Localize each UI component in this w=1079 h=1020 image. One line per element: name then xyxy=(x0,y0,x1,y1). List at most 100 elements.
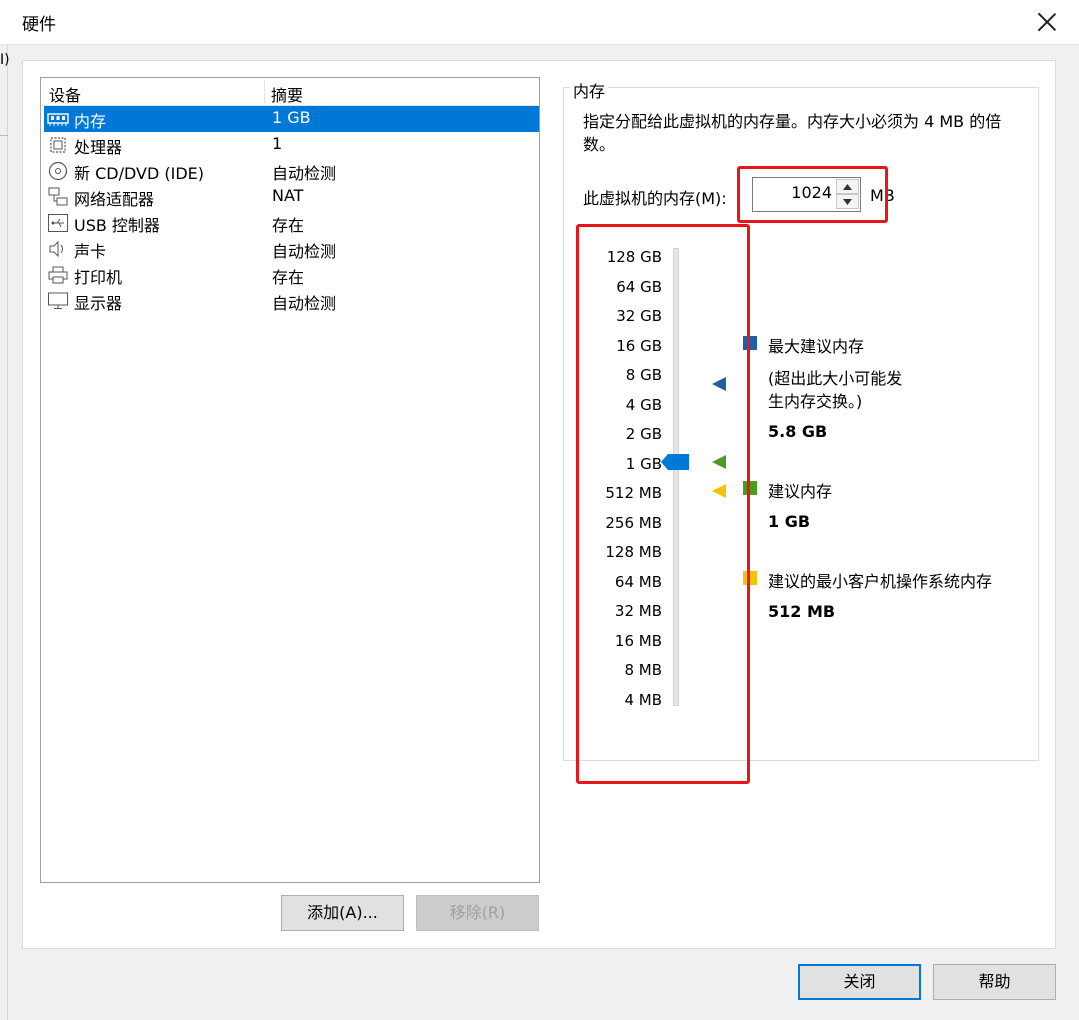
window-title: 硬件 xyxy=(22,15,56,35)
recommended-marker-icon xyxy=(712,455,726,469)
device-row-processor[interactable]: 处理器 1 xyxy=(44,132,539,158)
memory-scale: 128 GB 64 GB 32 GB 16 GB 8 GB 4 GB 2 GB 1 GB 512… xyxy=(580,0,662,1020)
scale-tick-label: 32 GB xyxy=(616,307,662,325)
device-summary: 自动检测 xyxy=(272,294,337,313)
help-button[interactable]: 帮助 xyxy=(933,964,1056,1000)
scale-tick-mark xyxy=(657,435,659,436)
device-summary: 存在 xyxy=(272,268,305,287)
device-row-cd-dvd[interactable]: 新 CD/DVD (IDE) 自动检测 xyxy=(44,158,539,184)
title-bar: 硬件 xyxy=(0,0,1079,45)
device-summary: 1 xyxy=(272,134,283,153)
display-icon xyxy=(47,291,69,311)
device-summary: 自动检测 xyxy=(272,242,337,261)
memory-unit: MB xyxy=(870,186,895,205)
device-name: 显示器 xyxy=(74,294,123,313)
scale-tick-mark xyxy=(657,464,659,466)
device-name: USB 控制器 xyxy=(74,216,160,235)
device-summary: 1 GB xyxy=(272,108,311,127)
scale-tick-label: 4 MB xyxy=(624,690,662,709)
max-recommended-color-icon xyxy=(743,336,757,350)
printer-icon xyxy=(47,265,69,285)
device-list[interactable]: 设备 摘要 内存 1 GB 处理器 1 新 CD/DVD (IDE) 自动检测 … xyxy=(40,77,540,883)
device-row-memory[interactable]: 内存 1 GB xyxy=(44,106,539,132)
cd-dvd-icon xyxy=(47,161,69,181)
usb-icon xyxy=(47,213,69,233)
device-row-printer[interactable]: 打印机 存在 xyxy=(44,262,539,288)
scale-tick-label: 64 GB xyxy=(616,277,662,296)
scale-tick-label: 32 MB xyxy=(614,602,662,620)
recommended-color-icon xyxy=(743,481,757,495)
scale-tick-label: 1 GB xyxy=(625,454,662,473)
max-recommended-marker-icon xyxy=(712,377,726,391)
device-row-sound[interactable]: 声卡 自动检测 xyxy=(44,236,539,262)
sound-icon xyxy=(47,239,69,259)
device-summary: 自动检测 xyxy=(272,164,337,183)
recommended-value: 1 GB xyxy=(768,512,811,531)
arrow-up-icon xyxy=(843,184,852,190)
device-list-header: 设备 摘要 xyxy=(41,78,539,106)
device-summary: NAT xyxy=(272,186,304,205)
memory-spinbox[interactable]: 1024 xyxy=(752,177,861,212)
device-name: 处理器 xyxy=(74,138,123,157)
scale-tick-label: 128 GB xyxy=(606,248,662,266)
device-row-network[interactable]: 网络适配器 NAT xyxy=(44,184,539,210)
min-recommended-value: 512 MB xyxy=(768,602,836,621)
scale-tick-mark xyxy=(657,376,659,377)
remove-button[interactable]: 移除(R) xyxy=(416,895,539,931)
scale-tick-label: 4 GB xyxy=(625,395,662,414)
scale-tick-label: 16 MB xyxy=(614,631,662,650)
device-name: 打印机 xyxy=(74,268,123,287)
min-recommended-color-icon xyxy=(743,571,757,585)
scale-tick-mark xyxy=(657,405,659,407)
scale-tick-label: 512 MB xyxy=(605,484,662,502)
scale-tick-mark xyxy=(657,700,659,702)
device-summary: 存在 xyxy=(272,216,305,235)
scale-tick-label: 16 GB xyxy=(616,336,662,355)
scale-tick-mark xyxy=(657,287,659,289)
scale-tick-mark xyxy=(657,582,659,584)
scale-tick-mark xyxy=(657,494,659,495)
close-button[interactable]: 关闭 xyxy=(798,964,921,1000)
scale-tick-mark xyxy=(657,671,659,672)
arrow-down-icon xyxy=(843,199,852,205)
memory-slider-track[interactable] xyxy=(673,248,679,706)
min-recommended-label: 建议的最小客户机操作系统内存 xyxy=(768,572,993,591)
spin-down-button[interactable] xyxy=(836,194,859,209)
device-name: 内存 xyxy=(74,112,107,131)
column-header-summary[interactable]: 摘要 xyxy=(271,82,303,106)
scale-tick-mark xyxy=(657,641,659,643)
recommended-label: 建议内存 xyxy=(768,482,833,501)
background-window-edge: I) xyxy=(0,45,10,1020)
network-adapter-icon xyxy=(47,187,69,207)
memory-value[interactable]: 1024 xyxy=(791,183,832,202)
scale-tick-label: 128 MB xyxy=(605,543,662,561)
scale-tick-mark xyxy=(657,553,659,554)
max-recommended-label: 最大建议内存 xyxy=(768,337,865,356)
device-name: 网络适配器 xyxy=(74,190,155,209)
scale-tick-label: 8 GB xyxy=(625,366,662,384)
scale-tick-label: 64 MB xyxy=(614,572,662,591)
background-text-fragment: I) xyxy=(0,52,10,68)
device-name: 声卡 xyxy=(74,242,107,261)
device-row-display[interactable]: 显示器 自动检测 xyxy=(44,288,539,314)
scale-tick-mark xyxy=(657,346,659,348)
column-header-device[interactable]: 设备 xyxy=(49,82,81,106)
add-button[interactable]: 添加(A)... xyxy=(281,895,404,931)
device-name: 新 CD/DVD (IDE) xyxy=(74,164,204,183)
processor-icon xyxy=(47,135,69,155)
device-row-usb[interactable]: USB 控制器 存在 xyxy=(44,210,539,236)
max-recommended-note: (超出此大小可能发生内存交换。) xyxy=(768,369,903,411)
scale-tick-mark xyxy=(657,258,659,259)
scale-tick-mark xyxy=(657,317,659,318)
memory-slider-thumb[interactable] xyxy=(661,454,691,470)
scale-tick-mark xyxy=(657,523,659,525)
scale-tick-label: 2 GB xyxy=(625,425,662,443)
max-recommended-value: 5.8 GB xyxy=(768,422,828,441)
close-icon[interactable] xyxy=(1033,8,1061,36)
spin-up-button[interactable] xyxy=(836,179,859,194)
memory-icon xyxy=(47,109,69,129)
scale-tick-label: 256 MB xyxy=(605,513,662,532)
min-recommended-marker-icon xyxy=(712,484,726,498)
scale-tick-mark xyxy=(657,612,659,613)
scale-tick-label: 8 MB xyxy=(624,661,662,679)
